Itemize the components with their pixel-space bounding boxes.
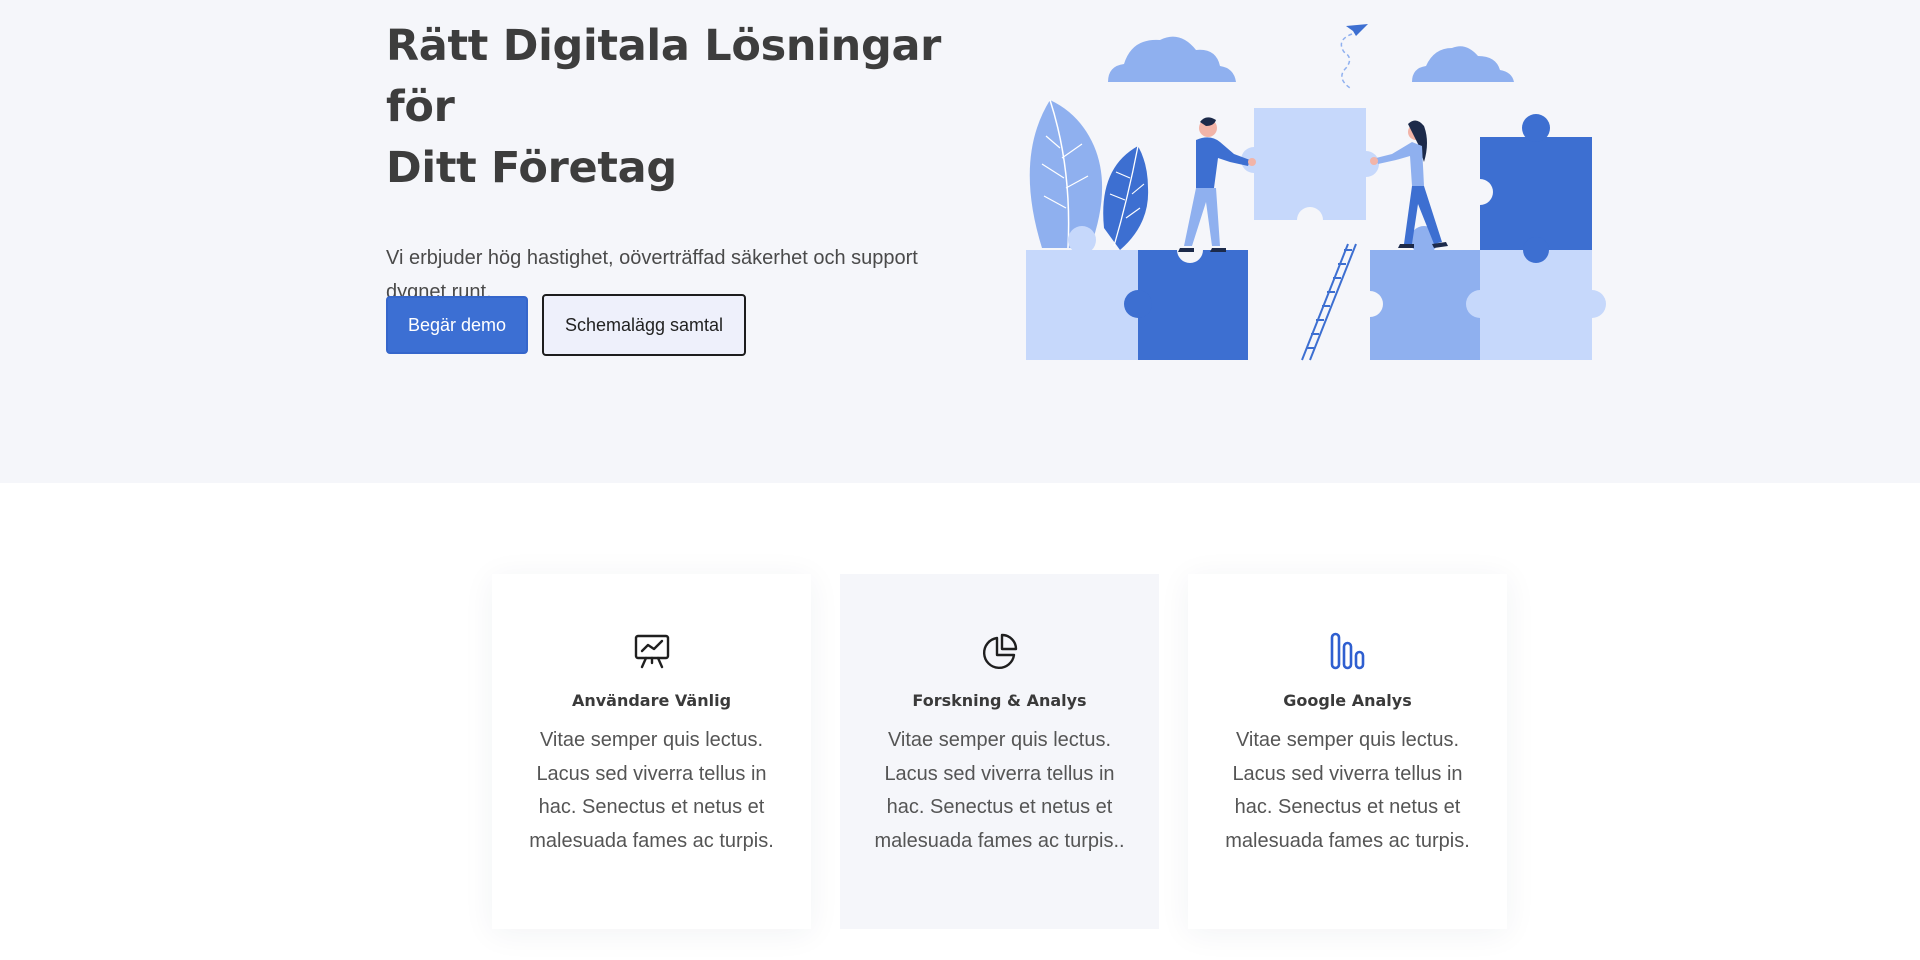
features-section: Användare Vänlig Vitae semper quis lectu…: [492, 574, 1507, 929]
puzzle-piece-mid-bottom: [1357, 226, 1480, 360]
hero-section: Rätt Digitala Lösningar för Ditt Företag…: [0, 0, 1920, 483]
paper-plane-icon: [1340, 24, 1368, 89]
request-demo-button[interactable]: Begär demo: [386, 296, 528, 354]
cloud-right: [1412, 46, 1514, 82]
feature-title: Forskning & Analys: [912, 691, 1087, 710]
leaf-small: [1103, 145, 1149, 250]
ladder: [1301, 243, 1357, 361]
puzzle-piece-dark-bottom: [1124, 237, 1248, 360]
feature-title: Google Analys: [1283, 691, 1412, 710]
person-left: [1178, 117, 1256, 252]
hero-text: Rätt Digitala Lösningar för Ditt Företag…: [386, 16, 966, 309]
feature-description: Vitae semper quis lectus. Lacus sed vive…: [1225, 729, 1470, 852]
feature-description: Vitae semper quis lectus. Lacus sed vive…: [874, 729, 1125, 852]
feature-description: Vitae semper quis lectus. Lacus sed vive…: [529, 729, 774, 852]
feature-card: Google Analys Vitae semper quis lectus. …: [1188, 574, 1507, 929]
puzzle-piece-light-bottom-right: [1466, 237, 1606, 360]
hero-title-line-1: Rätt Digitala Lösningar för: [386, 21, 942, 132]
hero-buttons: Begär demo Schemalägg samtal: [386, 294, 746, 356]
bar-chart-icon: [1188, 630, 1507, 672]
cloud-left: [1108, 36, 1236, 82]
presentation-chart-icon: [492, 630, 811, 672]
feature-title: Användare Vänlig: [571, 691, 732, 710]
hero-title-line-2: Ditt Företag: [386, 143, 677, 193]
schedule-call-button[interactable]: Schemalägg samtal: [542, 294, 746, 356]
pie-chart-icon: [840, 630, 1159, 672]
puzzle-teamwork-illustration: [1026, 24, 1606, 361]
person-right: [1370, 120, 1448, 248]
feature-card: Forskning & Analys Vitae semper quis lec…: [840, 574, 1159, 929]
hero-title: Rätt Digitala Lösningar för Ditt Företag: [386, 16, 966, 199]
feature-card: Användare Vänlig Vitae semper quis lectu…: [492, 574, 811, 929]
leaf-large: [1029, 99, 1103, 249]
puzzle-piece-floating: [1241, 108, 1379, 233]
